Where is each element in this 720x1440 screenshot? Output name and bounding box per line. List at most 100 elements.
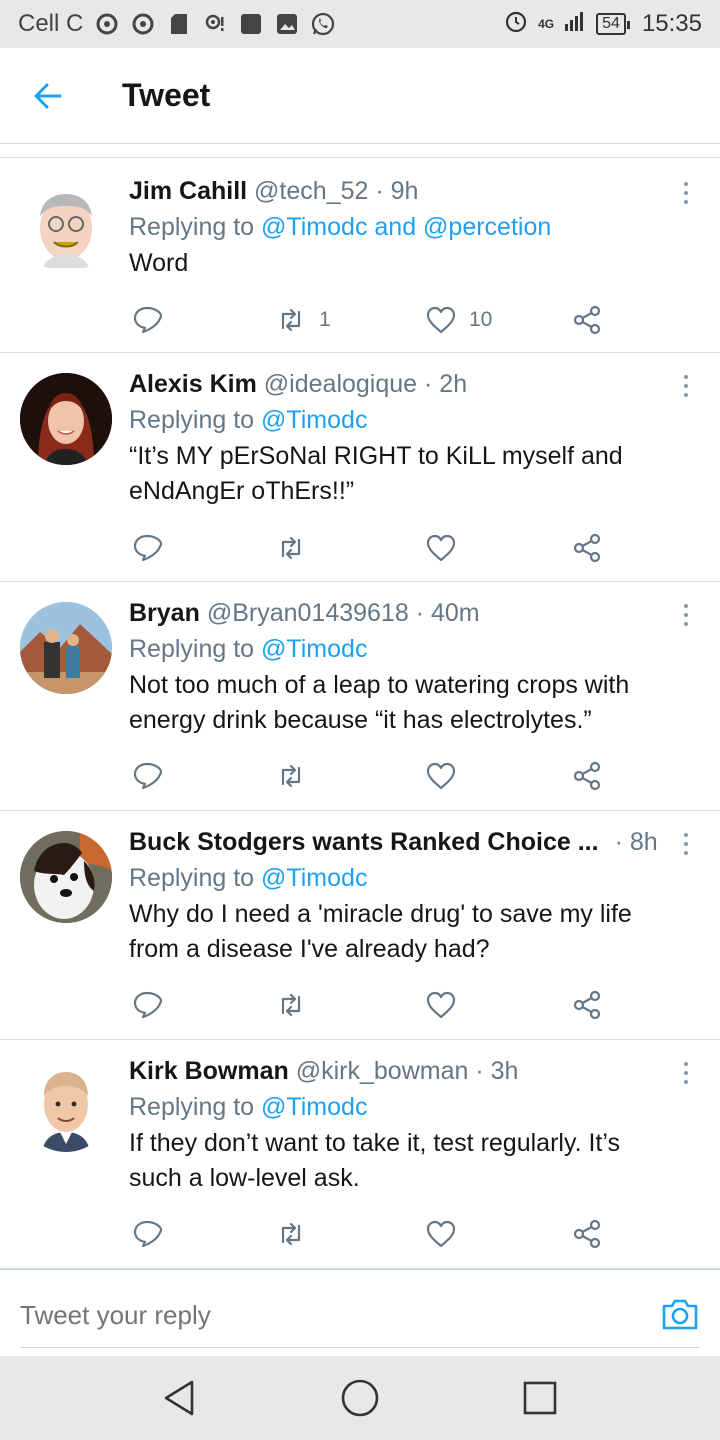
tweet-item[interactable]: Alexis Kim @idealogique · 2h Replying to…	[0, 353, 720, 582]
clock: 15:35	[641, 10, 702, 37]
network-type: 4G	[538, 17, 555, 31]
nav-home-button[interactable]	[338, 1376, 382, 1420]
reply-input[interactable]	[20, 1292, 640, 1338]
replying-to: Replying to @Timodc and @percetion	[129, 208, 670, 246]
display-name[interactable]: Bryan	[129, 599, 200, 627]
avatar[interactable]	[20, 831, 112, 923]
more-options-button[interactable]	[676, 371, 696, 401]
retweet-button[interactable]	[275, 528, 319, 568]
reply-button[interactable]	[131, 756, 163, 796]
tweet-header: Kirk Bowman @kirk_bowman · 3h	[129, 1054, 670, 1088]
retweet-button[interactable]: 1	[275, 300, 331, 340]
retweet-button[interactable]	[275, 1214, 319, 1254]
timestamp: · 40m	[415, 599, 480, 627]
tweet-text: “It’s MY pErSoNal RIGHT to KiLL myself a…	[129, 442, 623, 505]
mention-link[interactable]: @Timodc	[261, 635, 367, 663]
carrier-label: Cell C	[18, 10, 84, 37]
tweet-body: Jim Cahill @tech_52 · 9h Replying to @Ti…	[129, 174, 670, 281]
replying-to-label: Replying to	[129, 635, 255, 663]
cell-c-icon	[95, 12, 119, 36]
share-icon	[573, 990, 601, 1020]
more-options-button[interactable]	[676, 829, 696, 859]
display-name[interactable]: Jim Cahill	[129, 177, 247, 205]
replying-to: Replying to @Timodc	[129, 859, 660, 897]
display-name[interactable]: Buck Stodgers wants Ranked Choice ...	[129, 825, 599, 859]
mention-link[interactable]: @Timodc	[261, 1093, 367, 1121]
avatar[interactable]	[20, 1060, 112, 1152]
like-button[interactable]	[425, 528, 469, 568]
tweet-item[interactable]: Buck Stodgers wants Ranked Choice ... · …	[0, 811, 720, 1040]
retweet-icon	[281, 1222, 301, 1246]
display-name[interactable]: Kirk Bowman	[129, 1057, 289, 1085]
like-button[interactable]	[425, 756, 469, 796]
heart-icon	[426, 534, 456, 562]
comment-icon	[133, 1220, 163, 1248]
camera-button[interactable]	[660, 1294, 700, 1334]
retweet-icon	[281, 764, 301, 788]
back-triangle-icon	[164, 1380, 194, 1416]
share-button[interactable]	[571, 300, 603, 340]
heart-icon	[426, 762, 456, 790]
cell-c-icon	[131, 12, 155, 36]
tweet-item[interactable]: Bryan @Bryan01439618 · 40m Replying to @…	[0, 582, 720, 811]
comment-icon	[133, 534, 163, 562]
like-button[interactable]	[425, 985, 469, 1025]
share-icon	[573, 533, 601, 563]
share-button[interactable]	[571, 1214, 603, 1254]
more-options-button[interactable]	[676, 1058, 696, 1088]
tweet-text: If they don’t want to take it, test regu…	[129, 1129, 620, 1192]
nav-back-button[interactable]	[158, 1376, 202, 1420]
tweet-item[interactable]: Kirk Bowman @kirk_bowman · 3h Replying t…	[0, 1040, 720, 1268]
share-button[interactable]	[571, 756, 603, 796]
reply-button[interactable]	[131, 300, 163, 340]
sd-card-icon	[167, 12, 191, 36]
reply-underline	[20, 1347, 700, 1348]
comment-icon	[133, 306, 163, 334]
camera-icon	[662, 1299, 698, 1330]
battery-icon: 54	[596, 13, 630, 35]
user-handle: @kirk_bowman	[295, 1057, 469, 1085]
replying-to: Replying to @Timodc	[129, 1088, 670, 1126]
back-button[interactable]	[18, 66, 78, 126]
nav-recents-button[interactable]	[518, 1376, 562, 1420]
replying-to-label: Replying to	[129, 406, 255, 434]
status-right: 4G 54 15:35	[504, 9, 702, 40]
display-name[interactable]: Alexis Kim	[129, 370, 257, 398]
share-button[interactable]	[571, 528, 603, 568]
comment-icon	[133, 991, 163, 1019]
tweet-item[interactable]: Jim Cahill @tech_52 · 9h Replying to @Ti…	[0, 158, 720, 353]
tweet-header: Bryan @Bryan01439618 · 40m	[129, 596, 670, 630]
timestamp: · 9h	[375, 177, 419, 205]
tweet-actions	[129, 985, 609, 1025]
avatar[interactable]	[20, 180, 112, 272]
avatar[interactable]	[20, 373, 112, 465]
retweet-button[interactable]	[275, 756, 319, 796]
like-button[interactable]: 10	[425, 300, 492, 340]
signal-icon	[564, 10, 586, 39]
more-options-button[interactable]	[676, 600, 696, 630]
mention-link[interactable]: @Timodc	[261, 864, 367, 892]
replying-to: Replying to @Timodc	[129, 630, 670, 668]
tweet-body: Bryan @Bryan01439618 · 40m Replying to @…	[129, 596, 670, 738]
notification-icons	[95, 12, 335, 36]
replying-to-label: Replying to	[129, 1093, 255, 1121]
retweet-button[interactable]	[275, 985, 319, 1025]
reply-button[interactable]	[131, 985, 163, 1025]
avatar[interactable]	[20, 602, 112, 694]
like-button[interactable]	[425, 1214, 469, 1254]
more-options-button[interactable]	[676, 178, 696, 208]
alarm-icon	[504, 9, 528, 40]
mention-link[interactable]: @Timodc and @percetion	[261, 213, 551, 241]
tweet-text: Not too much of a leap to watering crops…	[129, 671, 630, 734]
reply-button[interactable]	[131, 528, 163, 568]
tweet-actions	[129, 528, 609, 568]
image-icon	[275, 12, 299, 36]
user-handle: @tech_52	[254, 177, 369, 205]
share-icon	[573, 761, 601, 791]
tweet-actions: 1 10	[129, 300, 609, 340]
reply-button[interactable]	[131, 1214, 163, 1254]
mention-link[interactable]: @Timodc	[261, 406, 367, 434]
replying-to-label: Replying to	[129, 864, 255, 892]
location-icon	[203, 12, 227, 36]
share-button[interactable]	[571, 985, 603, 1025]
